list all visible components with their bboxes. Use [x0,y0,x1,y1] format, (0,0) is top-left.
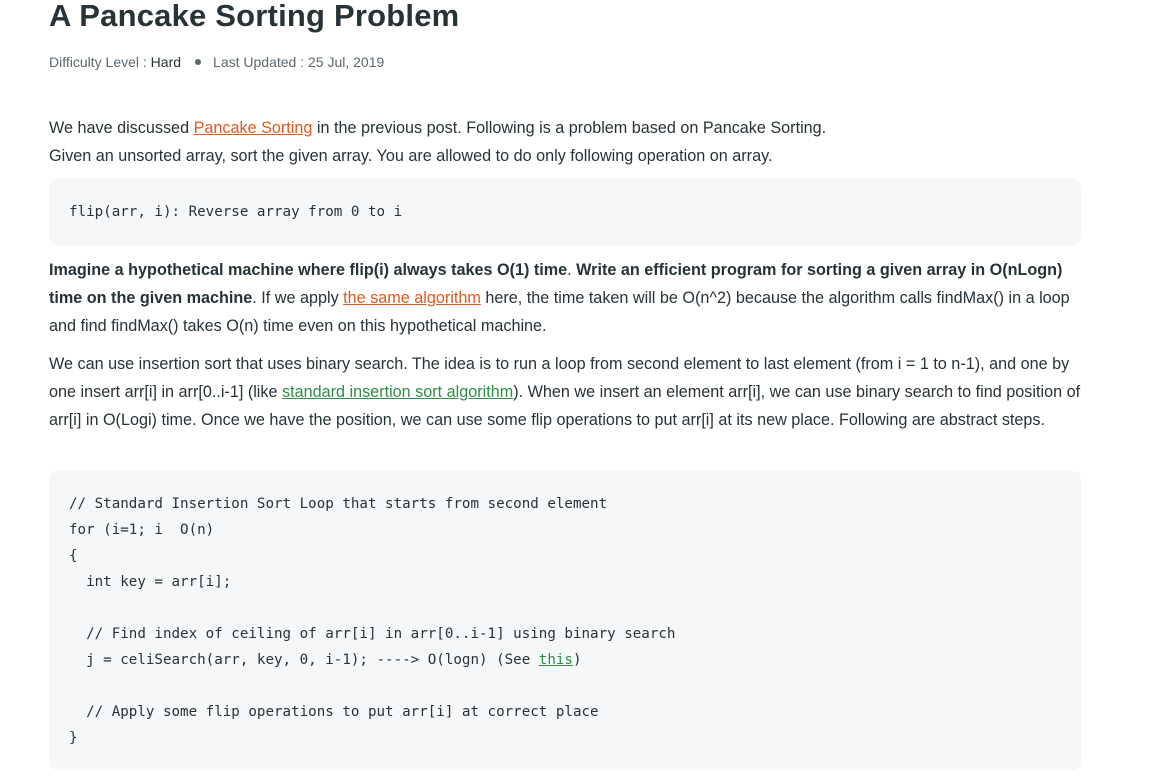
text: in the previous post. Following is a pro… [312,119,827,137]
paragraph-intro: We have discussed Pancake Sorting in the… [49,114,1081,170]
pancake-sorting-link[interactable]: Pancake Sorting [194,119,313,137]
article-meta: Difficulty Level : Hard Last Updated : 25… [49,54,384,70]
same-algorithm-link[interactable]: the same algorithm [343,289,481,307]
paragraph-approach: We can use insertion sort that uses bina… [49,350,1081,434]
page-title: A Pancake Sorting Problem [49,0,460,33]
difficulty-label: Difficulty Level : [49,54,151,70]
text: . [567,261,577,279]
code-line: // Apply some flip operations to put arr… [69,704,599,720]
code-line: { [69,548,78,564]
code-line: j = celiSearch(arr, key, 0, i-1); ----> … [69,651,582,669]
text: Given an unsorted array, sort the given … [49,147,773,165]
separator-dot-icon [195,59,202,66]
code-line: flip(arr, i): Reverse array from 0 to i [69,204,403,220]
code-block-steps: // Standard Insertion Sort Loop that sta… [49,471,1081,770]
paragraph-problem: Imagine a hypothetical machine where fli… [49,256,1081,340]
text: We have discussed [49,119,194,137]
code-line: // Find index of ceiling of arr[i] in ar… [69,626,676,642]
code-line: // Standard Insertion Sort Loop that sta… [69,496,608,512]
code-line: } [69,730,78,746]
code-text: ) [572,652,582,668]
insertion-sort-link[interactable]: standard insertion sort algorithm [282,383,513,401]
code-line: int key = arr[i]; [69,574,232,590]
ceil-search-link[interactable]: this [539,652,573,668]
code-line: for (i=1; i O(n) [69,522,215,538]
code-block-flip: flip(arr, i): Reverse array from 0 to i [49,179,1081,245]
bold-text: Imagine a hypothetical machine where fli… [49,261,568,279]
last-updated: Last Updated : 25 Jul, 2019 [213,54,385,70]
code-text: j = celiSearch(arr, key, 0, i-1); ----> … [69,652,539,668]
difficulty-value[interactable]: Hard [151,54,181,70]
text: . If we apply [252,289,344,307]
